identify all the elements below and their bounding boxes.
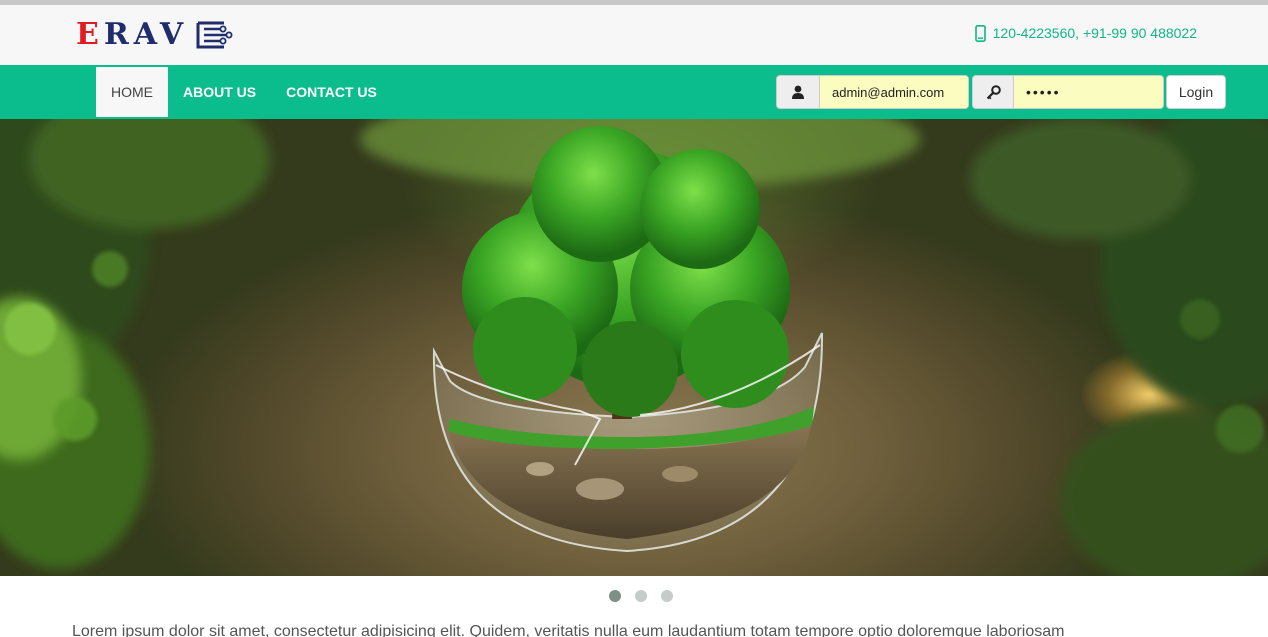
site-logo[interactable]: ERAV	[76, 19, 234, 51]
nav-item-contact-us[interactable]: CONTACT US	[271, 67, 392, 117]
login-form: Login	[776, 75, 1226, 109]
mobile-phone-icon	[974, 24, 986, 42]
carousel-dot-1[interactable]	[609, 590, 621, 602]
circuit-e-icon	[196, 21, 233, 49]
site-header: ERAV 120-4223560, +91-99 90 488022	[0, 5, 1268, 65]
intro-text: Lorem ipsum dolor sit amet, consectetur …	[72, 623, 1065, 637]
contact-info: 120-4223560, +91-99 90 488022	[974, 24, 1197, 42]
carousel-dot-3[interactable]	[661, 590, 673, 602]
login-button[interactable]: Login	[1166, 75, 1226, 109]
nav-menu: HOME ABOUT US CONTACT US	[96, 67, 392, 117]
carousel-indicators	[609, 590, 673, 602]
user-icon	[776, 75, 820, 109]
logo-wordmark: ERAV	[76, 17, 189, 52]
main-navbar: HOME ABOUT US CONTACT US Login	[0, 65, 1268, 119]
nav-item-home[interactable]: HOME	[96, 67, 168, 117]
key-icon	[972, 75, 1014, 109]
contact-phones: 120-4223560, +91-99 90 488022	[992, 25, 1197, 41]
email-field[interactable]	[820, 75, 969, 109]
password-field[interactable]	[1014, 75, 1164, 109]
hero-carousel[interactable]	[0, 119, 1268, 576]
carousel-dot-2[interactable]	[635, 590, 647, 602]
hero-image	[0, 119, 1268, 576]
nav-item-about-us[interactable]: ABOUT US	[168, 67, 271, 117]
